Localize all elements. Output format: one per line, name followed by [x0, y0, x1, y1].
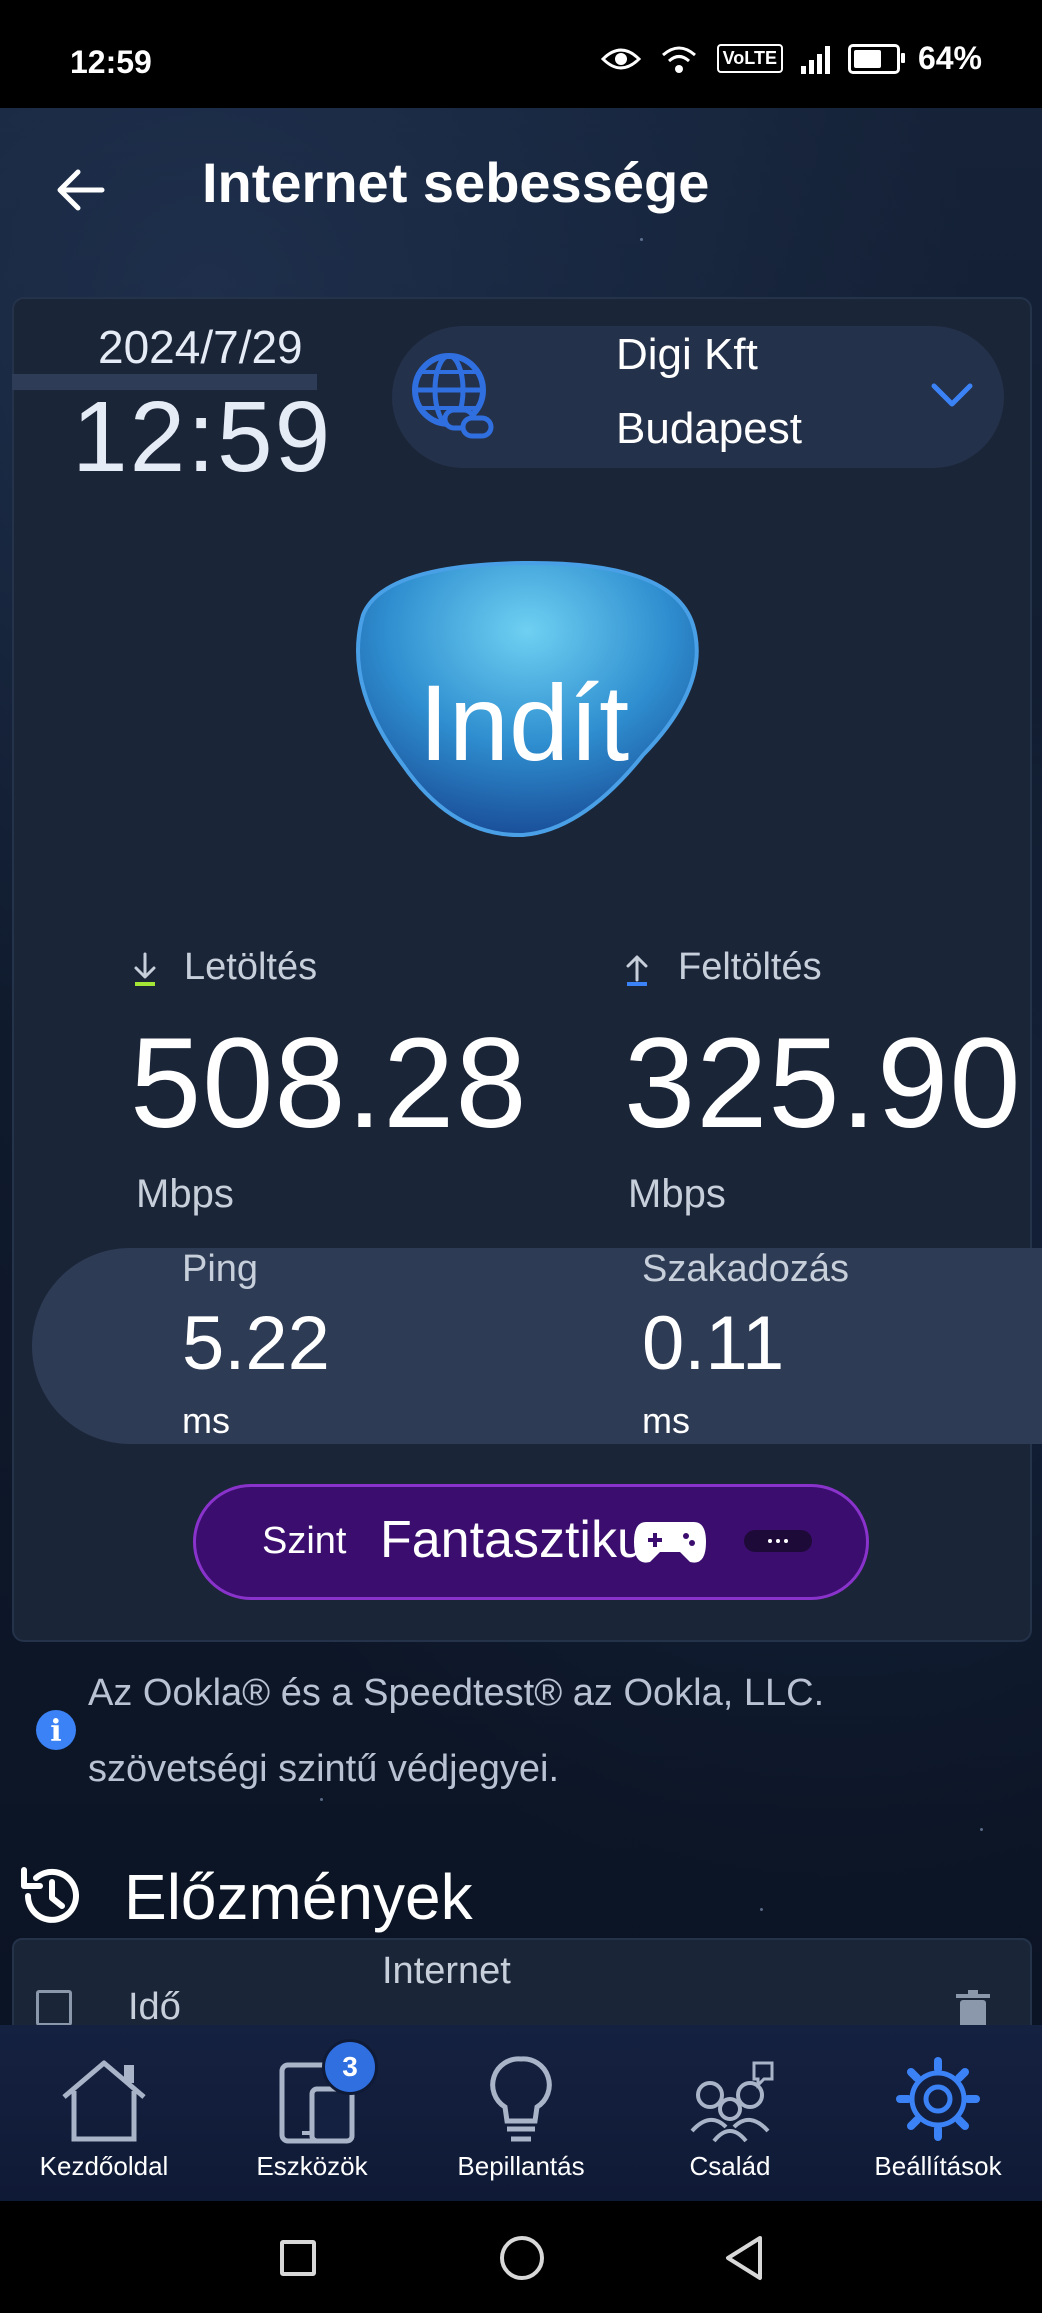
gamepad-icon[interactable] [632, 1516, 708, 1568]
history-column-internet: Internet [382, 1950, 511, 1992]
battery-percent: 64% [917, 40, 982, 76]
upload-value: 325.90 [624, 1012, 1022, 1155]
home-button[interactable] [500, 2236, 544, 2280]
signal-icon [800, 44, 830, 74]
ping-value: 5.22 [182, 1301, 330, 1386]
jitter-label: Szakadozás [642, 1248, 850, 1290]
level-label: Szint [262, 1520, 347, 1562]
gear-icon [896, 2057, 980, 2141]
trademark-line-2: szövetségi szintű védjegyei. [88, 1748, 560, 1790]
nav-item-devices[interactable]: 3 Eszközök [212, 2025, 412, 2201]
nav-label-insight: Bepillantás [457, 2151, 585, 2181]
page-title: Internet sebessége [202, 151, 710, 214]
ping-label: Ping [182, 1248, 259, 1290]
level-value: Fantasztikus [380, 1511, 646, 1569]
select-all-checkbox[interactable] [36, 1990, 72, 2026]
nav-label-home: Kezdőoldal [39, 2151, 169, 2181]
download-unit: Mbps [136, 1172, 234, 1216]
server-city: Budapest [616, 404, 802, 453]
status-time: 12:59 [70, 44, 152, 80]
nav-item-family[interactable]: Család [630, 2025, 830, 2201]
upload-label: Feltöltés [678, 946, 822, 988]
test-date: 2024/7/29 [98, 321, 303, 373]
jitter-unit: ms [642, 1400, 690, 1441]
status-bar: 12:59 VoLTE 64% [0, 0, 1042, 108]
family-icon [690, 2061, 774, 2143]
nav-label-devices: Eszközök [256, 2151, 368, 2181]
wifi-icon [661, 46, 696, 73]
devices-badge: 3 [322, 2039, 378, 2095]
upload-unit: Mbps [628, 1172, 726, 1216]
nav-label-family: Család [689, 2151, 771, 2181]
back-triangle-icon[interactable] [722, 2234, 766, 2282]
more-icon[interactable] [744, 1530, 812, 1552]
upload-arrow-icon [626, 955, 648, 986]
nav-item-insight[interactable]: Bepillantás [421, 2025, 621, 2201]
battery-icon [847, 43, 905, 74]
globe-link-icon [412, 353, 494, 439]
arrow-left-icon[interactable] [50, 160, 110, 220]
ping-unit: ms [182, 1400, 230, 1441]
test-time: 12:59 [72, 381, 333, 493]
download-arrow-icon [134, 952, 156, 986]
lightbulb-icon [490, 2056, 552, 2142]
volte-badge: VoLTE [716, 44, 783, 73]
chevron-down-icon[interactable] [930, 380, 974, 410]
nav-item-home[interactable]: Kezdőoldal [4, 2025, 204, 2201]
nav-item-settings[interactable]: Beállítások [838, 2025, 1038, 2201]
trash-icon[interactable] [956, 1990, 990, 2030]
jitter-value: 0.11 [642, 1301, 785, 1386]
history-icon [21, 1867, 79, 1923]
trademark-line-1: Az Ookla® és a Speedtest® az Ookla, LLC. [88, 1672, 825, 1714]
nav-label-settings: Beállítások [874, 2151, 1002, 2181]
download-label: Letöltés [184, 946, 318, 988]
info-icon [36, 1710, 76, 1750]
server-provider: Digi Kft [616, 330, 758, 379]
recent-apps-button[interactable] [280, 2240, 316, 2276]
home-icon [62, 2060, 146, 2142]
history-title: Előzmények [124, 1861, 473, 1933]
history-column-time: Idő [128, 1986, 181, 2028]
start-label[interactable]: Indít [343, 660, 705, 785]
download-value: 508.28 [130, 1012, 528, 1155]
eye-icon [600, 48, 641, 69]
